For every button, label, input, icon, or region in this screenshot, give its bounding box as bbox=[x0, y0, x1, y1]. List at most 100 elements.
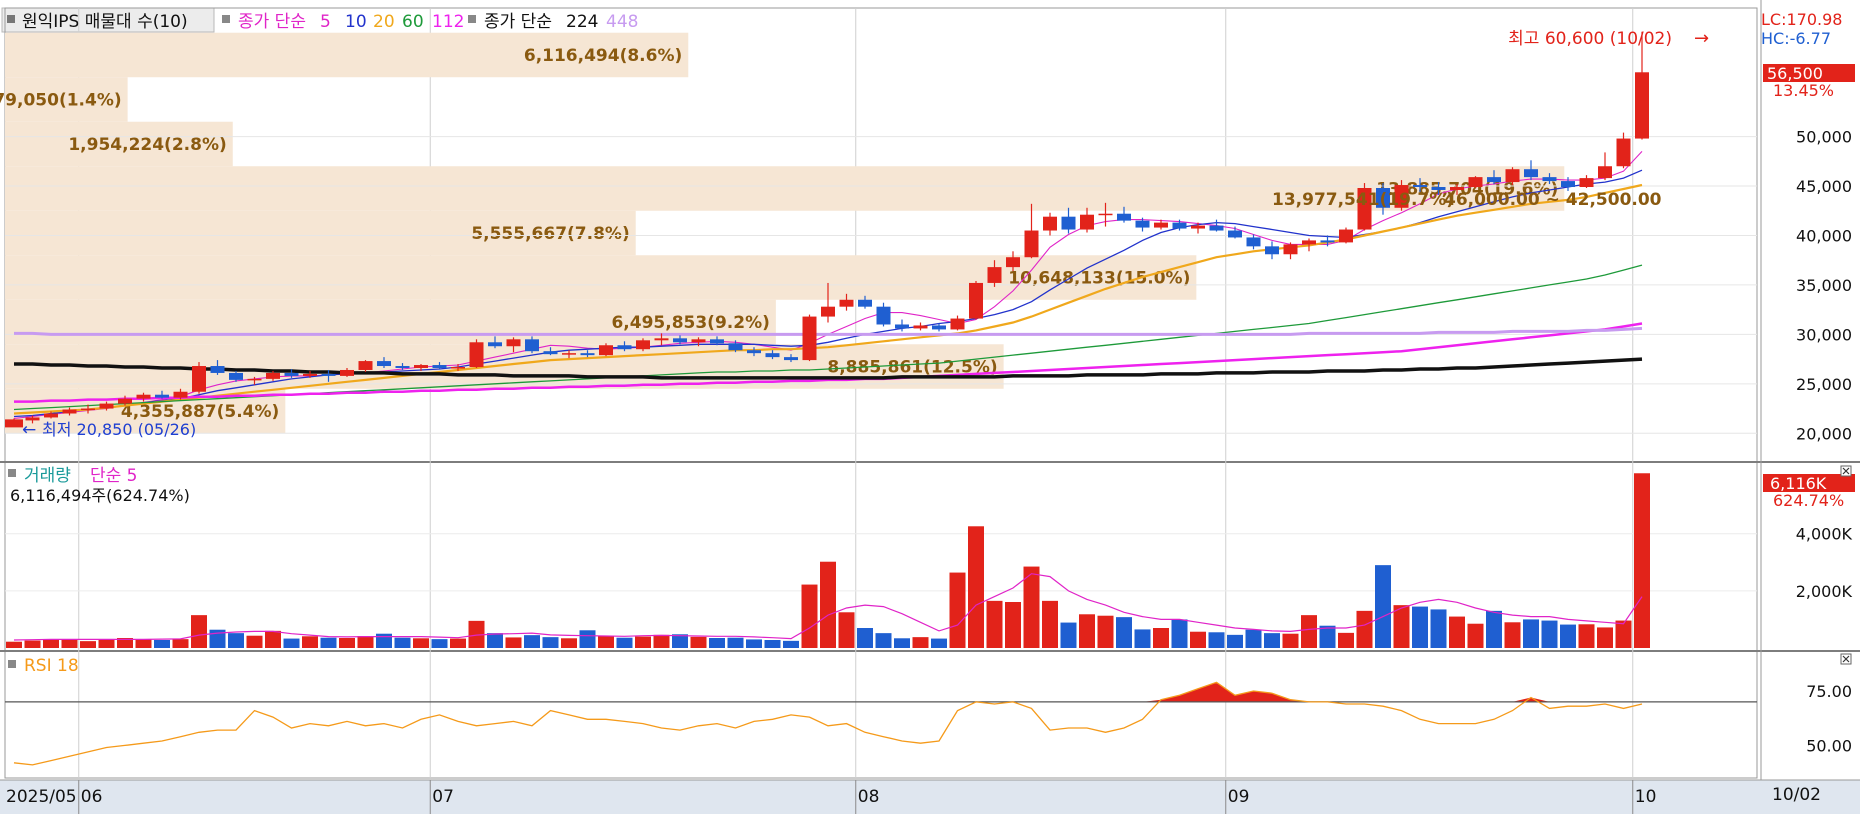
candle-body bbox=[895, 324, 909, 329]
volume-bar bbox=[949, 572, 966, 648]
ma-legend-label-2: 종가 단순 bbox=[484, 12, 552, 32]
candle-body bbox=[451, 367, 465, 369]
volume-legend-icon bbox=[8, 469, 16, 477]
candle-body bbox=[765, 353, 780, 358]
volume-bar bbox=[764, 640, 781, 648]
candle-body bbox=[1468, 177, 1483, 188]
volume-bar bbox=[246, 635, 263, 648]
low-price-arrow: ← bbox=[22, 420, 36, 440]
candle-body bbox=[432, 365, 447, 368]
volume-bar bbox=[6, 641, 22, 648]
candle-body bbox=[1302, 240, 1316, 245]
volume-bar bbox=[43, 639, 59, 648]
candle-body bbox=[340, 369, 354, 376]
volume-bar bbox=[1282, 633, 1299, 648]
candle-body bbox=[1413, 185, 1427, 188]
volume-bar bbox=[1190, 631, 1206, 648]
volume-bar bbox=[487, 633, 503, 648]
volume-title: 거래량 bbox=[24, 466, 71, 486]
candle-body bbox=[1080, 214, 1094, 230]
volume-bar bbox=[1079, 614, 1095, 648]
candle-body bbox=[1135, 220, 1150, 228]
candle-body bbox=[469, 342, 484, 368]
volume-bar bbox=[1005, 602, 1021, 648]
volume-bar bbox=[579, 630, 596, 648]
volume-bar bbox=[838, 612, 855, 648]
candle-body bbox=[1339, 229, 1353, 243]
candle-body bbox=[562, 353, 576, 355]
volume-bar bbox=[1615, 620, 1632, 648]
candle-body bbox=[488, 342, 502, 347]
candle-body bbox=[321, 373, 336, 376]
candle-body bbox=[395, 366, 410, 368]
volume-info: 6,116,494주(624.74%) bbox=[10, 486, 190, 505]
volume-bar bbox=[505, 637, 522, 648]
volume-profile-extra-label: 13,977,541(19.7%) bbox=[1272, 190, 1454, 210]
ma-legend-224: 224 bbox=[566, 12, 598, 32]
candle-body bbox=[876, 306, 891, 325]
candle-body bbox=[414, 365, 428, 368]
candle-body bbox=[136, 394, 151, 399]
volume-bar bbox=[302, 636, 318, 648]
rsi-legend-icon bbox=[8, 660, 16, 668]
volume-profile-label: 1,954,224(2.8%) bbox=[68, 135, 226, 155]
volume-bar bbox=[1097, 615, 1114, 648]
candle-body bbox=[710, 339, 724, 344]
candle-body bbox=[81, 408, 95, 411]
volume-bar bbox=[431, 639, 448, 648]
volume-bar bbox=[727, 637, 744, 648]
stock-chart[interactable]: 원익IPS 매물대 수(10) 종가 단순 5 10 20 60 112 종가 … bbox=[0, 0, 1860, 814]
candle-body bbox=[210, 366, 225, 373]
high-price-note: 최고 60,600 (10/02) bbox=[1508, 29, 1672, 49]
volume-bar bbox=[339, 638, 355, 648]
rsi-title: RSI 18 bbox=[24, 656, 79, 676]
volume-bar bbox=[524, 635, 540, 648]
volume-bar bbox=[135, 639, 152, 648]
candle-body bbox=[284, 372, 299, 376]
price-tick-label: 45,000 bbox=[1796, 177, 1852, 196]
volume-bar bbox=[1375, 565, 1391, 648]
candle-body bbox=[728, 343, 743, 351]
volume-close-button[interactable] bbox=[1840, 465, 1852, 477]
rsi-close-button[interactable] bbox=[1840, 653, 1852, 665]
volume-bar bbox=[857, 628, 873, 648]
price-tick-label: 30,000 bbox=[1796, 325, 1852, 344]
volume-bar bbox=[1338, 632, 1354, 648]
candle-body bbox=[1542, 177, 1557, 182]
volume-bar bbox=[968, 526, 984, 648]
volume-bar bbox=[690, 636, 707, 648]
volume-bar bbox=[80, 641, 96, 648]
candle-body bbox=[1061, 216, 1076, 230]
x-axis-label: 10 bbox=[1635, 787, 1657, 807]
candle bbox=[1339, 227, 1353, 244]
candle bbox=[192, 362, 206, 394]
x-axis-bar bbox=[0, 780, 1860, 814]
low-marker bbox=[5, 419, 23, 428]
price-tick-label: 25,000 bbox=[1796, 375, 1852, 394]
volume-bar bbox=[1301, 615, 1317, 648]
volume-bar bbox=[542, 637, 559, 648]
volume-bar bbox=[1393, 605, 1410, 648]
volume-bar bbox=[1042, 600, 1058, 648]
candle-body bbox=[969, 282, 983, 319]
candle-body bbox=[1246, 237, 1261, 247]
volume-bar bbox=[320, 637, 337, 648]
candle-body bbox=[1228, 230, 1242, 238]
candle-body bbox=[802, 316, 817, 361]
candle-body bbox=[932, 325, 946, 330]
volume-bar bbox=[1504, 622, 1521, 648]
low-price-note: 최저 20,850 (05/26) bbox=[42, 420, 196, 439]
volume-bar bbox=[1486, 610, 1502, 648]
volume-bar bbox=[98, 639, 115, 648]
volume-profile-label: 6,116,494(8.6%) bbox=[524, 46, 682, 66]
volume-bar bbox=[1560, 624, 1576, 648]
candle-body bbox=[839, 299, 854, 307]
candle-body bbox=[173, 391, 188, 398]
candle-body bbox=[617, 345, 632, 350]
volume-bar bbox=[1245, 629, 1262, 648]
volume-bar bbox=[450, 638, 466, 648]
volume-bar bbox=[1634, 473, 1650, 648]
ma-legend-icon-2 bbox=[468, 15, 476, 23]
volume-bar bbox=[1430, 609, 1447, 648]
volume-bar bbox=[1227, 634, 1243, 648]
